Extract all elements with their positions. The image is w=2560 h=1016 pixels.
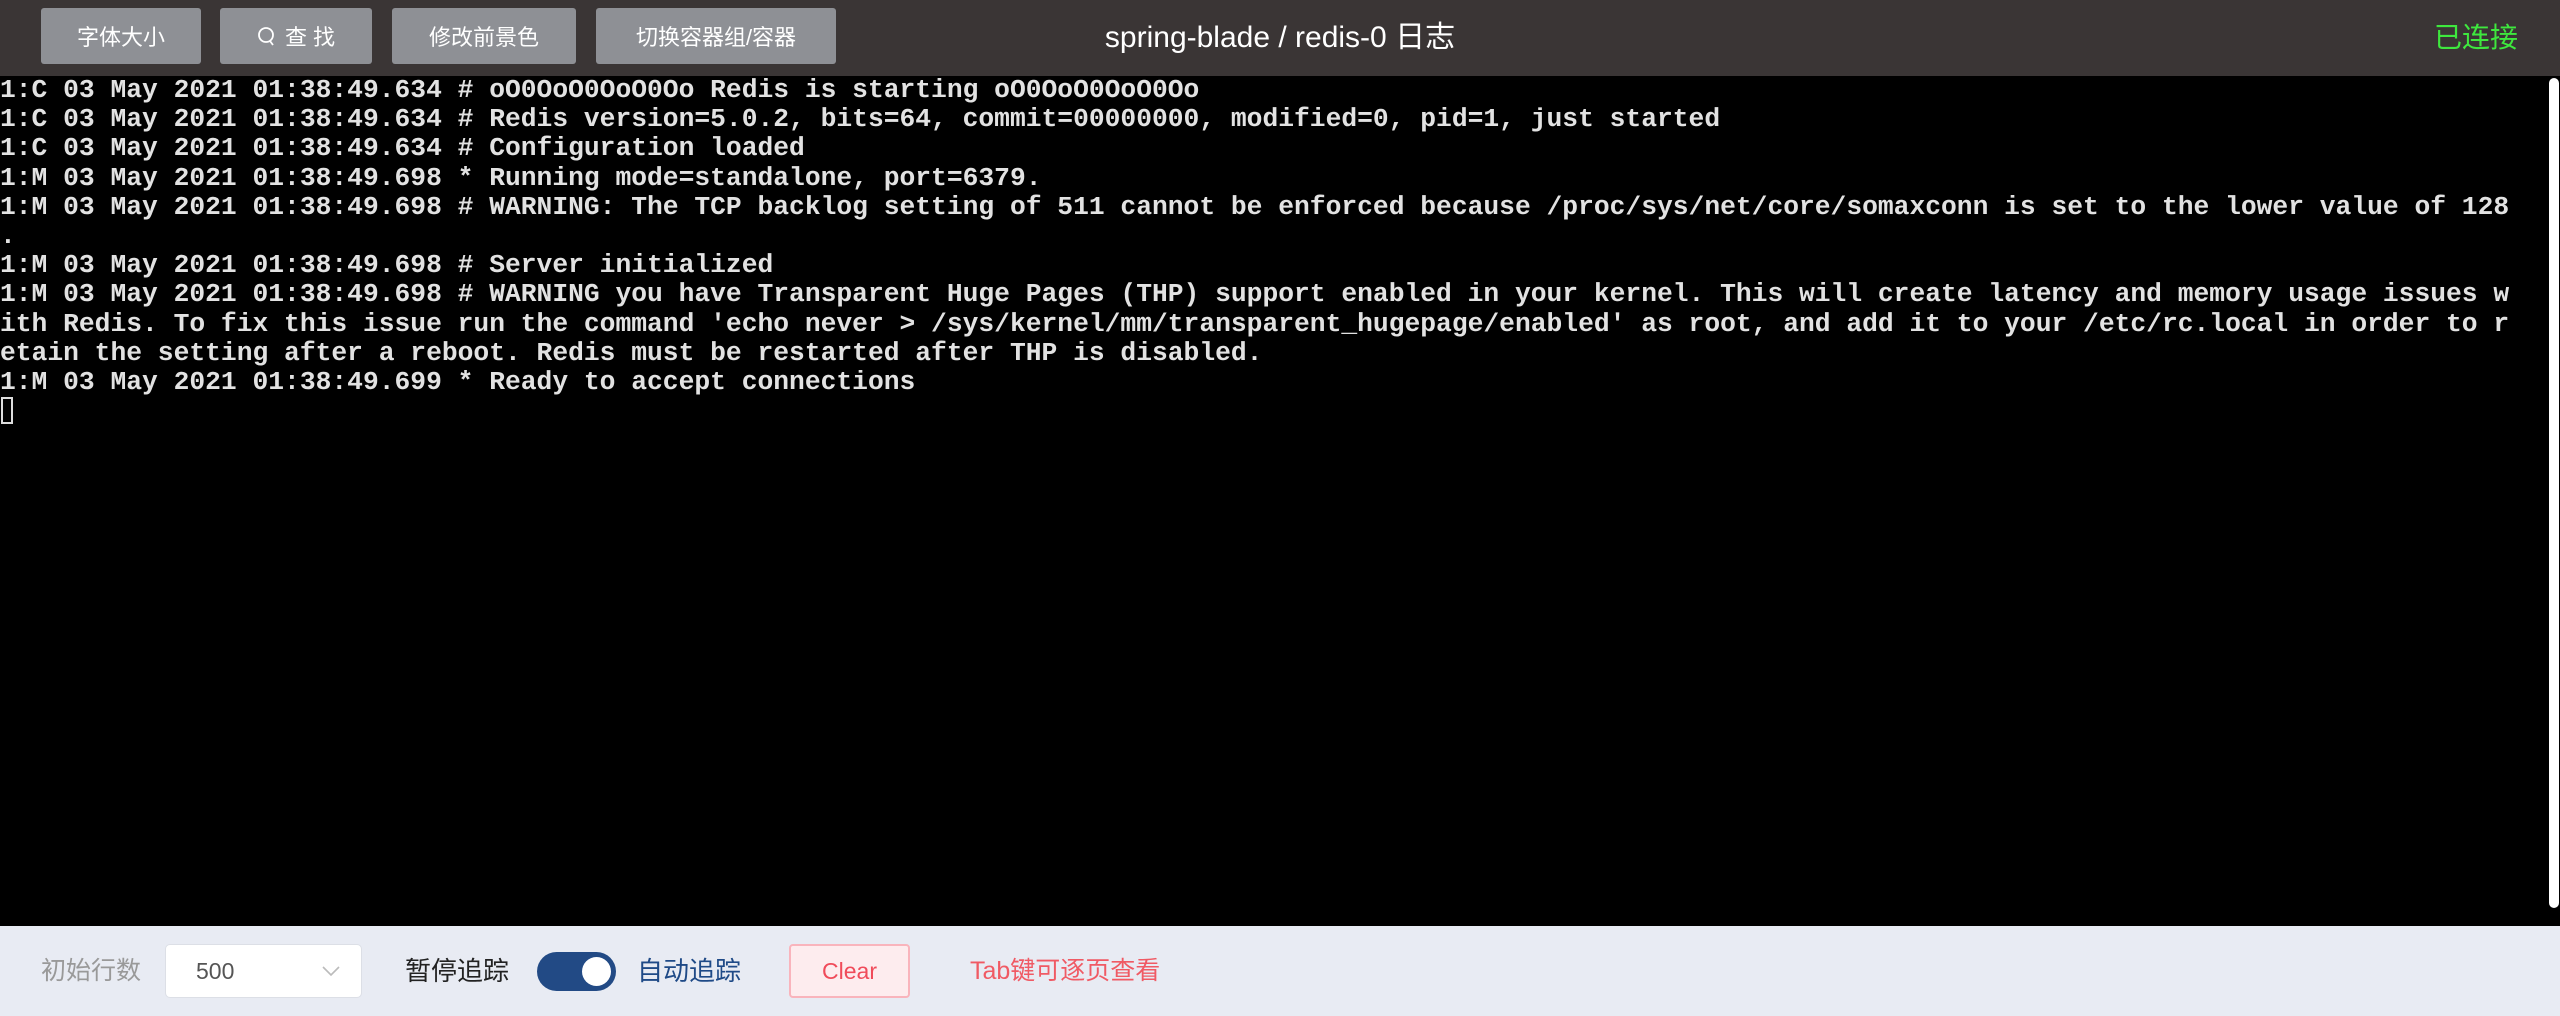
log-line: .	[0, 220, 16, 251]
pause-follow-label: 暂停追踪	[405, 956, 510, 986]
log-line: 1:M 03 May 2021 01:38:49.699 * Ready to …	[0, 366, 916, 397]
log-line: 1:M 03 May 2021 01:38:49.698 # WARNING: …	[0, 191, 2510, 222]
scrollbar-thumb[interactable]	[2549, 78, 2559, 908]
log-rows: 1:C 03 May 2021 01:38:49.634 # oO0OoO0Oo…	[0, 76, 2548, 397]
log-line: 1:C 03 May 2021 01:38:49.634 # oO0OoO0Oo…	[0, 76, 1200, 105]
log-line: 1:M 03 May 2021 01:38:49.698 * Running m…	[0, 162, 1042, 193]
log-line: 1:C 03 May 2021 01:38:49.634 # Redis ver…	[0, 104, 1721, 135]
log-line: 1:M 03 May 2021 01:38:49.698 # Server in…	[0, 250, 774, 281]
tab-hint: Tab键可逐页查看	[970, 957, 1161, 985]
log-line: 1:M 03 May 2021 01:38:49.698 # WARNING y…	[0, 279, 2510, 310]
log-line: ith Redis. To fix this issue run the com…	[0, 308, 2510, 339]
terminal-cursor-row	[0, 397, 2548, 426]
initial-lines-select[interactable]: 500	[165, 944, 362, 998]
initial-lines-label: 初始行数	[41, 957, 142, 985]
footer-bar: 初始行数 500 暂停追踪 自动追踪 Clear Tab键可逐页查看	[0, 926, 2560, 1016]
clear-button[interactable]: Clear	[789, 944, 910, 998]
log-line: etain the setting after a reboot. Redis …	[0, 337, 1263, 368]
page-title: spring-blade / redis-0 日志	[1104, 21, 1456, 54]
initial-lines-value: 500	[196, 958, 235, 984]
scrollbar[interactable]	[2548, 76, 2560, 926]
auto-follow-toggle[interactable]	[537, 952, 616, 991]
header-bar: 字体大小 查 找 修改前景色 切换容器组/容器 spring-blade / r…	[0, 0, 2560, 76]
log-terminal[interactable]: 1:C 03 May 2021 01:38:49.634 # oO0OoO0Oo…	[0, 76, 2548, 926]
connection-status: 已连接	[2433, 22, 2518, 53]
toggle-knob	[582, 957, 611, 986]
terminal-cursor	[1, 397, 13, 425]
chevron-down-icon	[322, 966, 340, 977]
auto-follow-label: 自动追踪	[637, 956, 742, 986]
log-line: 1:C 03 May 2021 01:38:49.634 # Configura…	[0, 133, 805, 164]
